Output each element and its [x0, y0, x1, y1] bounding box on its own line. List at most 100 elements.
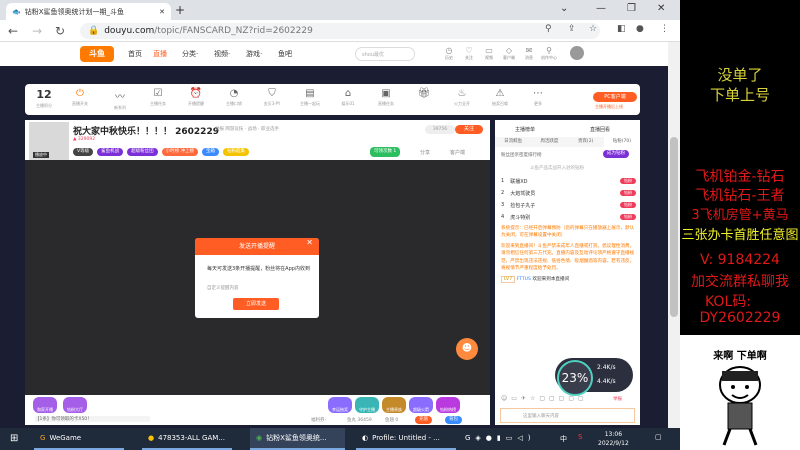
toolbar-item-5[interactable]: ◔ 主播口袋 — [219, 88, 249, 107]
gift-item[interactable]: 和家开播 — [33, 397, 57, 413]
client-icon[interactable]: ◇ 客户端 — [500, 46, 518, 61]
douyu-logo[interactable]: 斗鱼 — [80, 46, 114, 62]
badge-box[interactable]: 宝箱 — [202, 148, 220, 156]
taskbar-app[interactable]: ◐ Profile: Untitled - ... — [356, 428, 456, 450]
toolbar-item-4[interactable]: ⏰ 开播提醒 — [181, 88, 211, 107]
share-icon[interactable]: ⇪ — [568, 24, 576, 34]
join-diamond-button[interactable]: 成为钻粉 — [603, 150, 629, 158]
nav-home[interactable]: 首页 — [128, 49, 142, 59]
level-badge[interactable]: V等级 — [73, 148, 94, 156]
follow-icon[interactable]: ♡ 关注 — [460, 46, 478, 61]
forward-icon[interactable]: → — [32, 24, 42, 38]
zoom-icon[interactable]: ⚲ — [545, 24, 552, 34]
tab-search-icon[interactable]: ⌄ — [560, 3, 568, 14]
tab-daily[interactable]: 日流鲸鱼 — [495, 137, 531, 147]
video-icon[interactable]: ▭ 视频 — [480, 46, 498, 61]
nav-games[interactable]: 游戏· — [246, 49, 262, 59]
toolbar-item-8[interactable]: ⌂ 娱乐01 — [333, 88, 363, 107]
toolbar-item-6[interactable]: ⛉ 金贝3·PY — [257, 88, 287, 107]
windows-start-icon[interactable]: ⊞ — [10, 433, 18, 444]
badge-shark[interactable]: 鲨鱼机战 — [97, 148, 124, 156]
page-scrollbar[interactable] — [668, 42, 680, 428]
search-input[interactable]: shou最优 — [355, 47, 415, 61]
streamer-avatar[interactable]: 播放中 — [29, 122, 69, 160]
nav-video[interactable]: 视频· — [214, 49, 230, 59]
gift-icon[interactable]: 🎁︎ — [409, 88, 439, 99]
close-icon[interactable]: ✕ — [306, 238, 313, 247]
anchor-rank-link[interactable]: 主播榜单 — [515, 126, 535, 133]
share-button[interactable]: 分享 — [420, 149, 430, 156]
recharge-button[interactable]: 充值 — [415, 416, 432, 424]
claim-count-button[interactable]: 可领次数 1 — [370, 147, 401, 157]
reload-icon[interactable]: ↻ — [55, 24, 65, 38]
browser-tab[interactable]: 🐟 钻粉X鲨鱼领奥统计划一期_斗鱼 ✕ — [6, 3, 171, 20]
user-avatar[interactable] — [570, 46, 584, 60]
badge-diamond[interactable]: 钻粉超集 — [223, 148, 250, 156]
chat-user[interactable]: FTTUS — [517, 277, 531, 282]
report-button[interactable]: 举报 — [613, 396, 622, 402]
toolbar-item-3[interactable]: ☑ 主播任务 — [143, 88, 173, 107]
rank-row[interactable]: 1 联播XD 钻粉 — [501, 176, 636, 186]
nav-live[interactable]: 直播 — [153, 49, 167, 59]
sidebar-icon[interactable]: ◧ — [617, 24, 626, 34]
rank-row[interactable]: 3 捡包子丸子 钻粉 — [501, 200, 636, 210]
nav-yuba[interactable]: 鱼吧 — [278, 49, 292, 59]
notification-icon[interactable]: ▢ — [655, 433, 662, 441]
close-window-button[interactable]: ✕ — [657, 3, 665, 14]
toolbar-item-7[interactable]: ▤ 主播一起玩 — [295, 88, 325, 107]
coupon-stat[interactable]: 福利券· — [311, 417, 326, 423]
nav-category[interactable]: 分类· — [182, 49, 198, 59]
scrollbar-thumb[interactable] — [670, 137, 678, 317]
new-tab-button[interactable]: + — [175, 3, 185, 17]
backpack-button[interactable]: 背包 — [445, 416, 462, 424]
follow-button[interactable]: 关注 — [455, 125, 483, 134]
replay-link[interactable]: 直播回看 — [590, 126, 610, 133]
toolbar-item-9[interactable]: ▣ 直播任务 — [371, 88, 401, 107]
minimize-button[interactable]: — — [596, 3, 606, 14]
gift-item[interactable]: 超级火箭 — [409, 397, 433, 413]
taskbar-app-active[interactable]: ◉ 钻粉X鲨鱼领奥统... — [250, 428, 345, 450]
tray-s-icon[interactable]: S — [578, 433, 582, 441]
client-button[interactable]: 客户端 — [450, 149, 465, 156]
gift-item[interactable]: 幸运抽奖 — [328, 397, 352, 413]
gift-item[interactable]: 钻粉大厅 — [63, 397, 87, 413]
send-now-button[interactable]: 立即发送 — [233, 298, 279, 310]
creator-icon[interactable]: ⚲ 创作中心 — [540, 46, 558, 61]
toolbar-item-live-switch[interactable]: ⏻ 直播开关 — [65, 88, 95, 107]
toolbar-item-fire[interactable]: ♨ 火力全开 — [447, 88, 477, 107]
clock[interactable]: 13:06 2022/9/12 — [598, 430, 629, 448]
float-action-icon[interactable]: ☻ — [456, 338, 478, 360]
toolbar-item-lottery[interactable]: ⚠ 抽奖召唤 — [485, 88, 515, 107]
star-icon[interactable]: ☆ — [589, 24, 597, 34]
anchor-score[interactable]: 12 主播积分 — [29, 88, 59, 109]
rank-row[interactable]: 2 大炮驾驶员 钻粉 — [501, 188, 636, 198]
back-icon[interactable]: ← — [8, 24, 18, 38]
toolbar-item-2[interactable]: 〰新系列 — [105, 88, 135, 111]
history-icon[interactable]: ◷ 历史 — [440, 46, 458, 61]
rank-row[interactable]: 4 虎斗特别 钻粉 — [501, 212, 636, 222]
taskbar-app[interactable]: G WeGame — [34, 428, 124, 450]
tab-vip[interactable]: 贵宾(2) — [568, 137, 604, 147]
gift-item[interactable]: 钻粉热榜 — [436, 397, 460, 413]
url-input[interactable]: 🔒 douyu.com/topic/FANSCARD_NZ?rid=2602229 — [80, 23, 600, 39]
menu-icon[interactable]: ⋮ — [660, 24, 669, 34]
message-icon[interactable]: ✉ 消息 — [520, 46, 538, 61]
taskbar-app[interactable]: ● 478353-ALL GAM... — [142, 428, 232, 450]
badge-hour-rank[interactable]: 小时榜 冲上榜 — [161, 148, 199, 156]
badge-fanclub[interactable]: 超级粉丝团 — [127, 148, 158, 156]
gift-item[interactable]: 主播贵族 — [382, 397, 406, 413]
tab-weekly[interactable]: 周活跃度 — [531, 137, 567, 147]
toolbar-item-more[interactable]: ⋯ 更多 — [523, 88, 553, 107]
gift-notice[interactable]: 【1条】你可领取的卡X50！ — [35, 416, 150, 422]
chat-tools[interactable]: ☺▭✈☆▢▢▢▢▢ — [501, 395, 588, 402]
chat-input[interactable]: 这里输入聊天内容 — [500, 408, 635, 423]
tab-diamond[interactable]: 钻粉(70) — [603, 137, 640, 147]
profile-icon[interactable]: ● — [636, 24, 644, 34]
maximize-button[interactable]: ❐ — [627, 3, 636, 14]
tray-icons[interactable]: G◈●▮▭◁) — [465, 434, 536, 442]
ime-indicator[interactable]: 中 — [560, 434, 567, 444]
gift-item[interactable]: 守护主播 — [355, 397, 379, 413]
close-tab-icon[interactable]: ✕ — [159, 8, 165, 16]
custom-content-link[interactable]: 自定义提醒内容 — [207, 285, 239, 291]
pc-client-button[interactable]: PC客户端 — [593, 92, 637, 102]
